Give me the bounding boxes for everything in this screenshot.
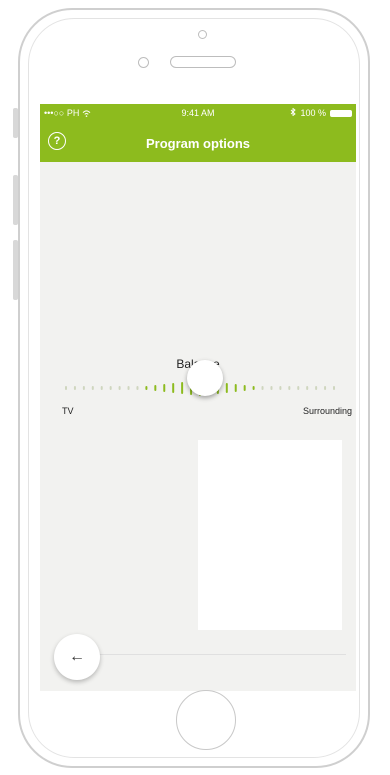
front-camera xyxy=(198,30,207,39)
proximity-sensor xyxy=(138,57,149,68)
mute-switch xyxy=(13,108,18,138)
balance-slider-thumb[interactable] xyxy=(187,360,223,396)
battery-percentage: 100 % xyxy=(300,108,326,118)
battery-icon xyxy=(330,109,352,117)
volume-up-button xyxy=(13,175,18,225)
app-screen: •••○○ PH 9:41 AM 100 % ? Program options xyxy=(40,104,356,691)
slider-left-label: TV xyxy=(62,406,74,416)
status-bar: •••○○ PH 9:41 AM 100 % xyxy=(40,104,356,122)
slider-right-label: Surrounding xyxy=(302,406,352,416)
footer-divider xyxy=(86,654,346,655)
content-panel xyxy=(198,440,342,630)
home-button xyxy=(176,690,236,750)
navigation-bar: ? Program options xyxy=(40,122,356,162)
bluetooth-icon xyxy=(290,107,297,118)
page-title: Program options xyxy=(145,136,250,151)
volume-down-button xyxy=(13,240,18,300)
earpiece-speaker xyxy=(170,56,236,68)
back-button[interactable]: ← xyxy=(54,634,100,680)
